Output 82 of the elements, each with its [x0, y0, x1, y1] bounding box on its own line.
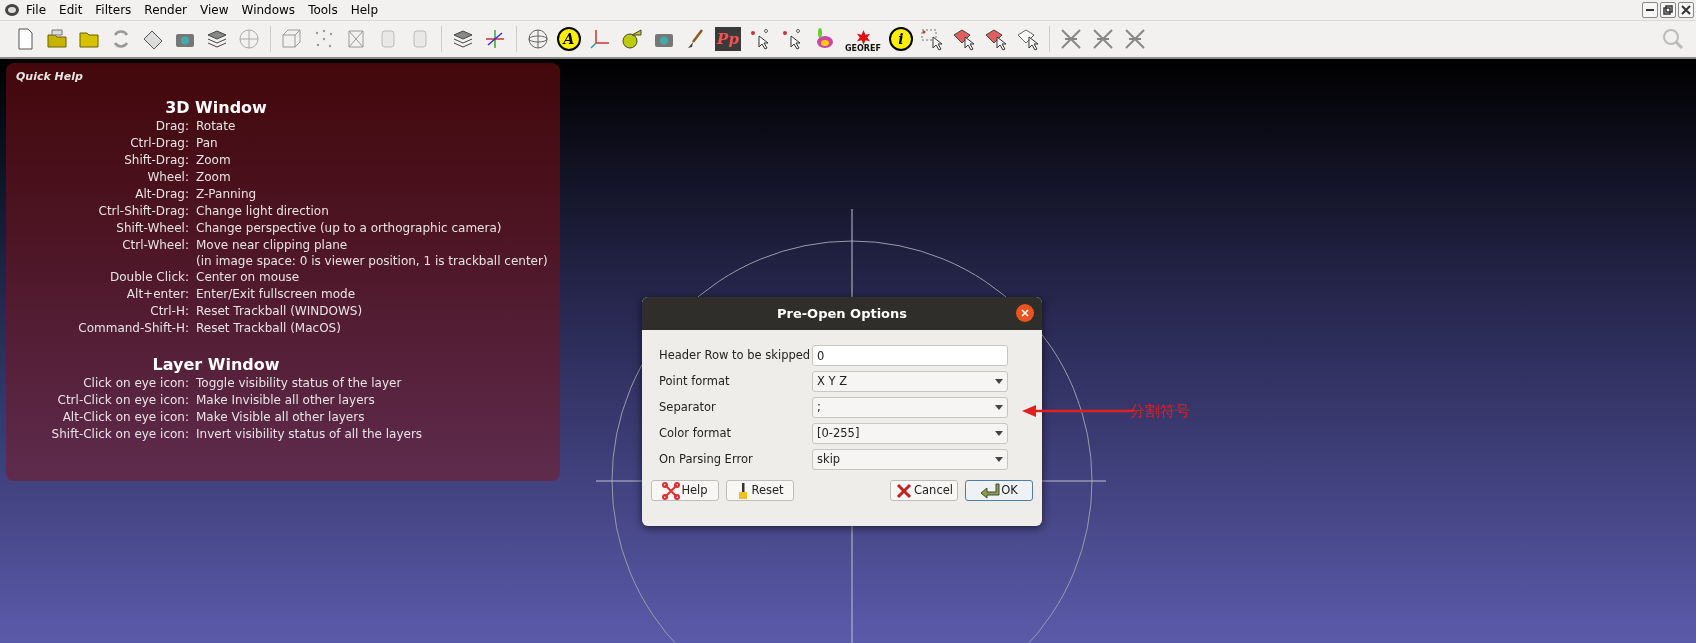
shortcut-key: Shift-Click on eye icon:	[51, 425, 189, 443]
shortcut-key: Alt-Drag:	[135, 185, 189, 203]
caret-icon	[995, 379, 1003, 384]
dropdown[interactable]: X Y Z	[812, 371, 1008, 392]
field-label: Header Row to be skipped	[659, 346, 812, 364]
shortcut-action: Reset Trackball (MacOS)	[196, 319, 341, 337]
caret-icon	[995, 405, 1003, 410]
dropdown[interactable]: [0-255]	[812, 423, 1008, 444]
app-logo-icon	[4, 3, 20, 17]
close-icon	[1681, 5, 1691, 15]
shortcut-action: Enter/Exit fullscreen mode	[196, 285, 356, 303]
help-button[interactable]: Help	[651, 480, 719, 501]
field-label: Separator	[659, 398, 717, 416]
shortcut-action: Move near clipping plane	[196, 236, 349, 254]
menu-item[interactable]: File	[26, 4, 47, 16]
section-heading: 3D Window	[165, 97, 267, 118]
shortcut-key: Ctrl-Wheel:	[122, 236, 189, 269]
field-label: Point format	[659, 372, 731, 390]
shortcut-action: Change perspective (up to a orthographic camera)	[196, 219, 502, 237]
text-field[interactable]: 0	[812, 345, 1008, 366]
logo-button[interactable]: Pp	[715, 27, 741, 51]
shortcut-action: Reset Trackball (WINDOWS)	[196, 302, 363, 320]
shortcut-action: Center on mouse	[196, 268, 300, 286]
field-label: Color format	[659, 424, 733, 442]
info-button[interactable]: A	[557, 27, 581, 51]
return-arrow-icon	[980, 481, 1001, 500]
sphere-icon[interactable]	[525, 26, 551, 52]
shortcut-key: Command-Shift-H:	[78, 319, 189, 337]
star-icon	[855, 30, 871, 45]
caret-icon	[995, 431, 1003, 436]
menu-item[interactable]: Filters	[95, 4, 132, 16]
close-button[interactable]	[1016, 304, 1034, 322]
menu-item[interactable]: Windows	[241, 4, 296, 16]
shortcut-key: Alt-Click on eye icon:	[62, 408, 189, 426]
restore-button[interactable]	[1660, 2, 1676, 18]
reset-button[interactable]: Reset	[726, 480, 794, 501]
close-icon	[895, 481, 913, 500]
shortcut-key: Double Click:	[110, 268, 189, 286]
panel-title: Quick Help	[16, 69, 84, 85]
search-icon	[1662, 28, 1684, 50]
info-button[interactable]: i	[889, 27, 913, 51]
shortcut-action: Pan	[196, 134, 218, 152]
menu-item[interactable]: Edit	[59, 4, 83, 16]
shortcut-action: Rotate	[196, 117, 236, 135]
close-icon	[1021, 309, 1029, 317]
shortcut-key: Ctrl-Click on eye icon:	[57, 391, 189, 409]
menu-item[interactable]: Tools	[308, 4, 338, 16]
caret-icon	[995, 457, 1003, 462]
shortcut-action: Make Visible all other layers	[196, 408, 365, 426]
cancel-button[interactable]: Cancel	[890, 480, 958, 501]
shortcut-action: Zoom	[196, 168, 231, 186]
shortcut-key: Ctrl-H:	[150, 302, 189, 320]
shortcut-action: Toggle visibility status of the layer	[196, 374, 402, 392]
shortcut-action: Zoom	[196, 151, 231, 169]
shortcut-action: Z-Panning	[196, 185, 257, 203]
shortcut-action: Make Invisible all other layers	[196, 391, 375, 409]
shortcut-key: Wheel:	[147, 168, 189, 186]
dialog-title: Pre-Open Options	[776, 304, 908, 323]
restore-icon	[1663, 5, 1673, 15]
menu-item[interactable]: Help	[350, 4, 379, 16]
help-icon	[662, 481, 681, 500]
shortcut-action: Invert visibility status of all the layers	[196, 425, 423, 443]
dropdown[interactable]: ;	[812, 397, 1008, 418]
shortcut-key: Ctrl-Shift-Drag:	[98, 202, 189, 220]
close-button[interactable]	[1678, 2, 1694, 18]
field-label: On Parsing Error	[659, 450, 754, 468]
shortcut-note: (in image space: 0 is viewer position, 1 is trackball center)	[196, 253, 548, 269]
georef-button[interactable]: GEOREF	[843, 25, 883, 53]
shortcut-key: Click on eye icon:	[83, 374, 189, 392]
menu-item[interactable]: View	[200, 4, 229, 16]
shortcut-key: Shift-Drag:	[124, 151, 189, 169]
tape-measure-icon[interactable]	[619, 26, 645, 52]
dropdown[interactable]: skip	[812, 449, 1008, 470]
shortcut-key: Alt+enter:	[126, 285, 189, 303]
shortcut-key: Shift-Wheel:	[116, 219, 189, 237]
menu-item[interactable]: Render	[144, 4, 188, 16]
ok-button[interactable]: OK	[965, 480, 1033, 501]
section-heading: Layer Window	[152, 354, 280, 375]
shortcut-key: Drag:	[155, 117, 189, 135]
minimize-button[interactable]	[1642, 2, 1658, 18]
shortcut-action: Change light direction	[196, 202, 329, 220]
shortcut-key: Ctrl-Drag:	[130, 134, 189, 152]
